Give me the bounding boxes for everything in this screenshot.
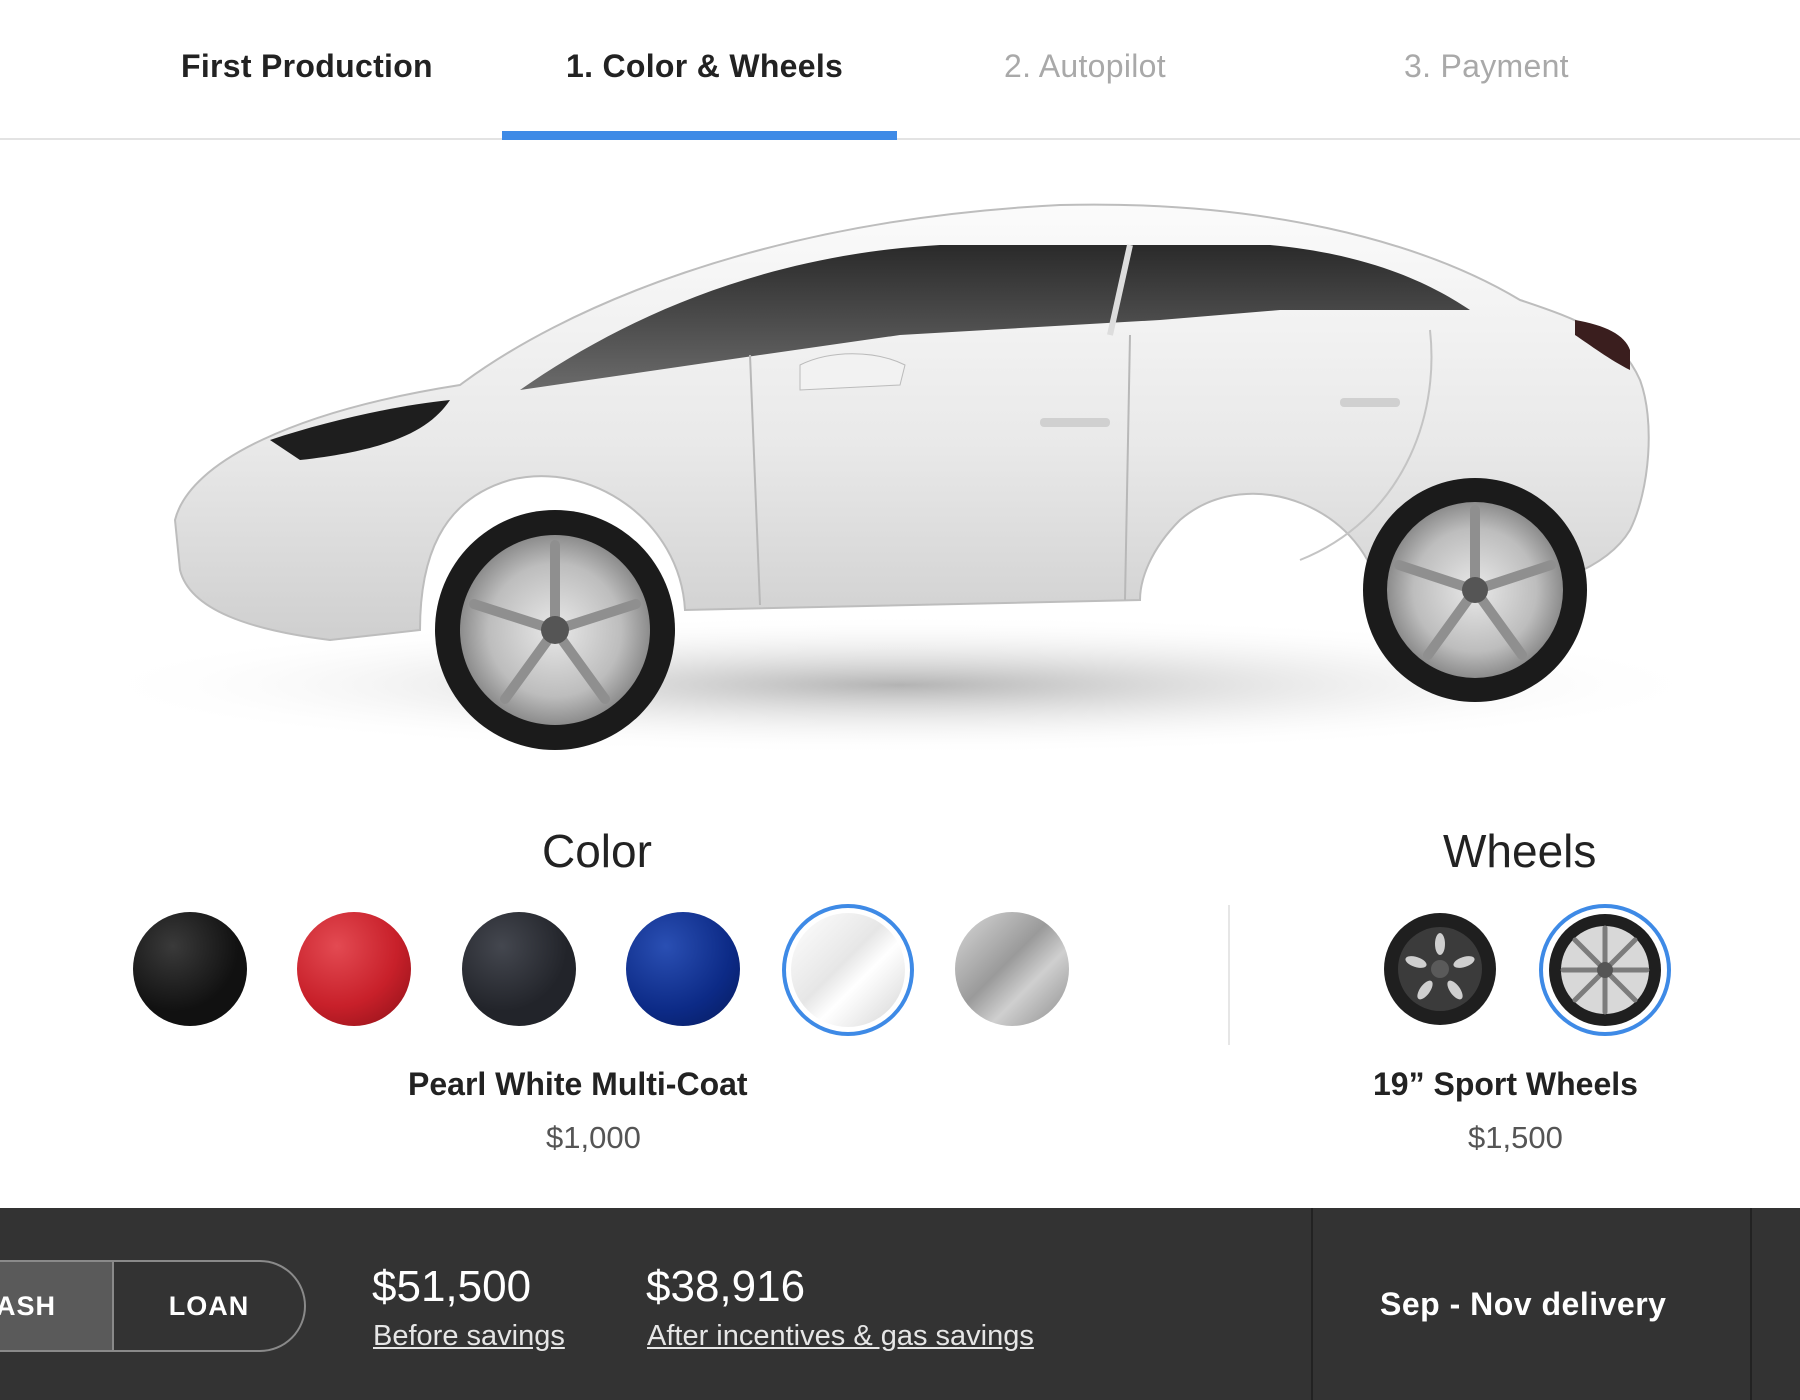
step-color-wheels[interactable]: 1. Color & Wheels — [566, 48, 843, 85]
price-summary-bar: ASH LOAN $51,500 Before savings $38,916 … — [0, 1208, 1800, 1400]
active-step-indicator — [502, 131, 897, 140]
color-section-title: Color — [542, 825, 652, 877]
delivery-estimate: Sep - Nov delivery — [1380, 1286, 1667, 1322]
payment-type-toggle: ASH LOAN — [0, 1260, 306, 1352]
cash-option[interactable]: ASH — [0, 1262, 112, 1350]
step-payment[interactable]: 3. Payment — [1404, 48, 1569, 85]
bar-divider — [1311, 1208, 1313, 1400]
after-savings-link[interactable]: After incentives & gas savings — [647, 1320, 1034, 1353]
deep-blue-swatch[interactable] — [626, 912, 740, 1026]
bar-divider-right — [1750, 1208, 1752, 1400]
price-before-savings: $51,500 — [372, 1262, 532, 1311]
wheels-section-title: Wheels — [1443, 825, 1597, 877]
aero-wheel-option[interactable] — [1383, 912, 1497, 1026]
red-swatch[interactable] — [297, 912, 411, 1026]
selected-color-name: Pearl White Multi-Coat — [408, 1066, 748, 1102]
black-swatch[interactable] — [133, 912, 247, 1026]
step-navigation: First Production 1. Color & Wheels 2. Au… — [0, 0, 1800, 140]
sport-wheel-option[interactable] — [1548, 913, 1662, 1027]
sport-wheel-icon — [1549, 914, 1661, 1026]
silver-swatch[interactable] — [955, 912, 1069, 1026]
car-hero-image — [0, 160, 1800, 810]
car-illustration — [80, 203, 1720, 755]
pearl-white-swatch[interactable] — [791, 913, 905, 1027]
section-divider — [1228, 905, 1230, 1045]
before-savings-link[interactable]: Before savings — [373, 1320, 565, 1353]
midnight-silver-swatch[interactable] — [462, 912, 576, 1026]
step-first-production[interactable]: First Production — [181, 48, 433, 85]
price-after-savings: $38,916 — [646, 1262, 806, 1311]
step-autopilot[interactable]: 2. Autopilot — [1004, 48, 1166, 85]
selected-wheel-price: $1,500 — [1468, 1120, 1563, 1155]
selected-wheel-name: 19” Sport Wheels — [1373, 1066, 1638, 1102]
selected-color-price: $1,000 — [546, 1120, 641, 1155]
aero-wheel-icon — [1384, 913, 1496, 1025]
loan-option[interactable]: LOAN — [114, 1262, 304, 1350]
